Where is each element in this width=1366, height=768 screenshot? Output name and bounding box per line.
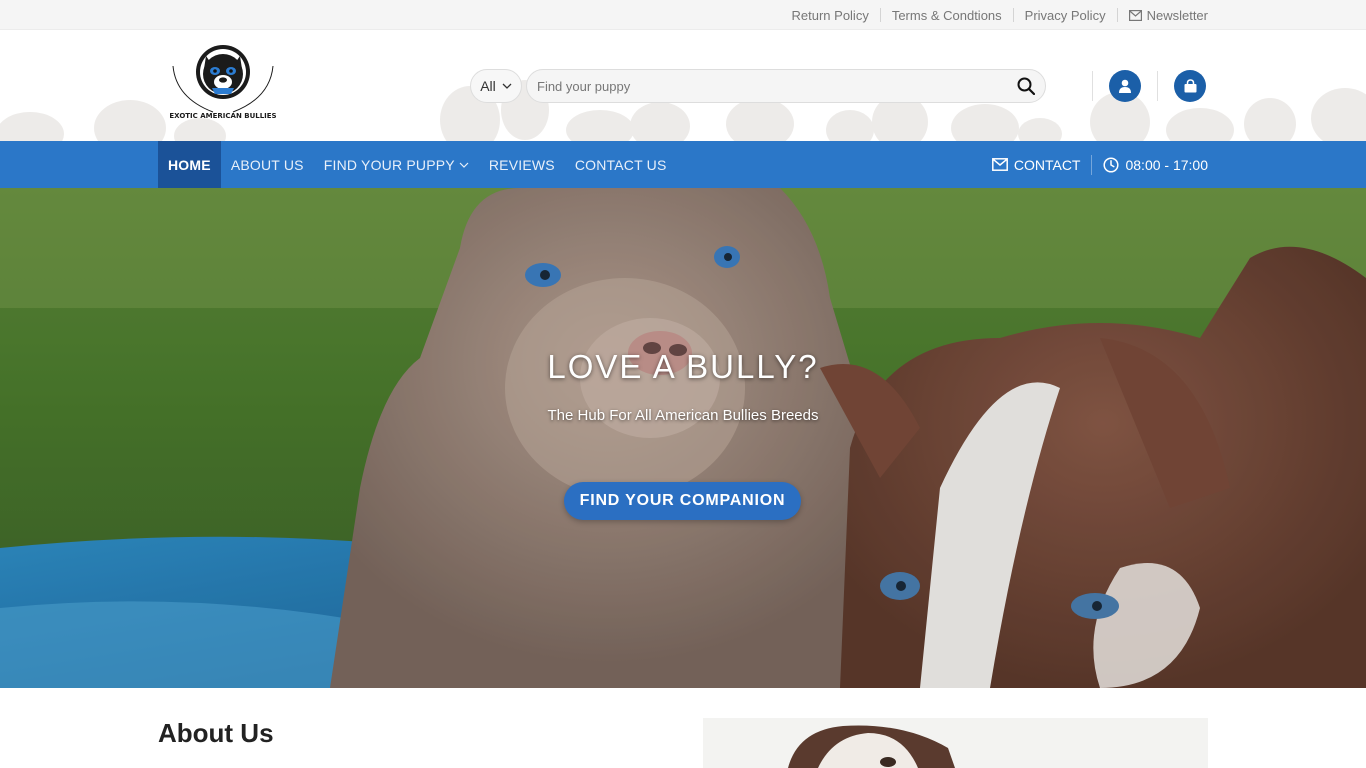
- return-policy-link[interactable]: Return Policy: [781, 8, 880, 23]
- search-button[interactable]: [1015, 75, 1037, 97]
- hero-subtitle: The Hub For All American Bullies Breeds: [547, 407, 819, 424]
- business-hours: 08:00 - 17:00: [1103, 157, 1208, 173]
- divider: [1092, 71, 1093, 101]
- search-input[interactable]: [527, 70, 997, 102]
- top-links: Return Policy Terms & Condtions Privacy …: [781, 0, 1208, 30]
- search-field: [526, 69, 1046, 103]
- privacy-policy-link[interactable]: Privacy Policy: [1014, 8, 1117, 23]
- terms-link[interactable]: Terms & Condtions: [881, 8, 1013, 23]
- header: EXOTIC AMERICAN BULLIES All: [0, 30, 1366, 141]
- divider: [1157, 71, 1158, 101]
- cart-button[interactable]: [1174, 70, 1206, 102]
- search-bar: All: [470, 69, 1046, 103]
- hero-puppies-image: [0, 188, 1366, 688]
- nav-right: CONTACT 08:00 - 17:00: [991, 141, 1208, 188]
- hours-text: 08:00 - 17:00: [1125, 156, 1208, 173]
- envelope-icon: [1128, 9, 1142, 21]
- divider: [1091, 154, 1093, 175]
- hero-title: LOVE A BULLY?: [547, 348, 819, 385]
- top-bar: Return Policy Terms & Condtions Privacy …: [0, 0, 1366, 30]
- clock-icon: [1103, 156, 1120, 173]
- about-heading: About Us: [158, 718, 274, 748]
- nav-item-label: FIND YOUR PUPPY: [323, 156, 455, 173]
- newsletter-label: Newsletter: [1146, 7, 1208, 23]
- find-companion-button[interactable]: FIND YOUR COMPANION: [564, 482, 801, 520]
- site-logo[interactable]: EXOTIC AMERICAN BULLIES: [168, 36, 278, 122]
- nav-item-home[interactable]: HOME: [158, 141, 221, 188]
- nav-item-contact-us[interactable]: CONTACT US: [565, 141, 677, 188]
- nav-item-about-us[interactable]: ABOUT US: [221, 141, 314, 188]
- envelope-icon: [991, 158, 1008, 171]
- category-select[interactable]: All: [470, 69, 522, 103]
- chevron-down-icon: [459, 162, 469, 168]
- nav-contact-link[interactable]: CONTACT: [991, 156, 1081, 173]
- bag-icon: [1184, 78, 1196, 92]
- user-icon: [1119, 79, 1131, 93]
- main-nav: HOME ABOUT US FIND YOUR PUPPY REVIEWS CO…: [0, 141, 1366, 188]
- hero-banner: LOVE A BULLY? The Hub For All American B…: [0, 188, 1366, 688]
- nav-menu: HOME ABOUT US FIND YOUR PUPPY REVIEWS CO…: [158, 141, 677, 188]
- nav-item-find-your-puppy[interactable]: FIND YOUR PUPPY: [314, 141, 479, 188]
- newsletter-link[interactable]: Newsletter: [1118, 8, 1208, 23]
- account-button[interactable]: [1109, 70, 1141, 102]
- nav-item-reviews[interactable]: REVIEWS: [479, 141, 565, 188]
- nav-contact-label: CONTACT: [1013, 156, 1081, 173]
- chevron-down-icon: [502, 83, 512, 89]
- about-puppy-image: [703, 718, 1208, 768]
- search-icon: [1017, 77, 1035, 95]
- logo-text: EXOTIC AMERICAN BULLIES: [169, 112, 276, 120]
- category-select-value: All: [480, 78, 496, 94]
